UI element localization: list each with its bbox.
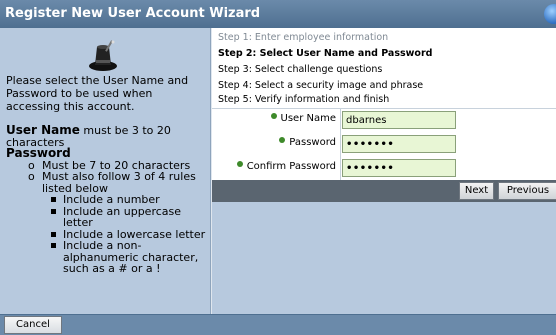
step-2: Step 2: Select User Name and Password (218, 48, 433, 59)
password-input[interactable] (342, 135, 456, 153)
top-hat-icon (89, 40, 117, 71)
credentials-form: User Name Password Confirm Password (212, 108, 556, 181)
footer-bar: Cancel (0, 314, 556, 335)
next-button[interactable]: Next (459, 182, 494, 200)
step-1: Step 1: Enter employee information (218, 32, 389, 43)
list-item: Must also follow 3 of 4 rules listed bel… (26, 171, 208, 194)
step-4: Step 4: Select a security image and phra… (218, 80, 424, 91)
previous-button[interactable]: Previous (498, 182, 556, 200)
step-5: Step 5: Verify information and finish (218, 94, 390, 105)
confirm-password-input[interactable] (342, 159, 456, 177)
intro-text: Please select the User Name and Password… (6, 74, 189, 113)
password-rule-list: Must be 7 to 20 characters Must also fol… (26, 159, 208, 195)
required-dot-icon (236, 160, 243, 167)
help-orb-icon[interactable] (544, 4, 556, 24)
username-row: User Name (212, 109, 556, 133)
username-label-text: User Name (280, 113, 336, 124)
list-item: Include a number (48, 194, 208, 206)
window-titlebar: Register New User Account Wizard (0, 0, 556, 28)
password-row: Password (212, 133, 556, 157)
confirm-password-row: Confirm Password (212, 157, 556, 181)
required-dot-icon (279, 136, 286, 143)
confirm-password-label-text: Confirm Password (246, 161, 336, 172)
list-item: Include an uppercase letter (48, 205, 208, 229)
step-3: Step 3: Select challenge questions (218, 64, 383, 75)
navigation-bar: Next Previous (212, 180, 556, 202)
sub-rule-list: Include a number Include an uppercase le… (48, 194, 208, 275)
list-item: Include a non-alphanumeric character, su… (48, 240, 208, 275)
username-label: User Name (270, 112, 336, 124)
window-title: Register New User Account Wizard (5, 6, 261, 21)
username-input[interactable] (342, 111, 456, 129)
cancel-button[interactable]: Cancel (4, 316, 62, 334)
password-label: Password (279, 136, 336, 148)
step-list: Step 1: Enter employee information Step … (212, 28, 556, 108)
required-dot-icon (270, 112, 277, 119)
password-rule-heading: Password (6, 146, 71, 160)
sidebar: Please select the User Name and Password… (0, 28, 211, 314)
confirm-password-label: Confirm Password (236, 160, 336, 172)
password-rules: User Name must be 3 to 20 characters Pas… (6, 124, 208, 275)
wizard-content: Step 1: Enter employee information Step … (212, 28, 556, 314)
password-label-text: Password (289, 137, 336, 148)
